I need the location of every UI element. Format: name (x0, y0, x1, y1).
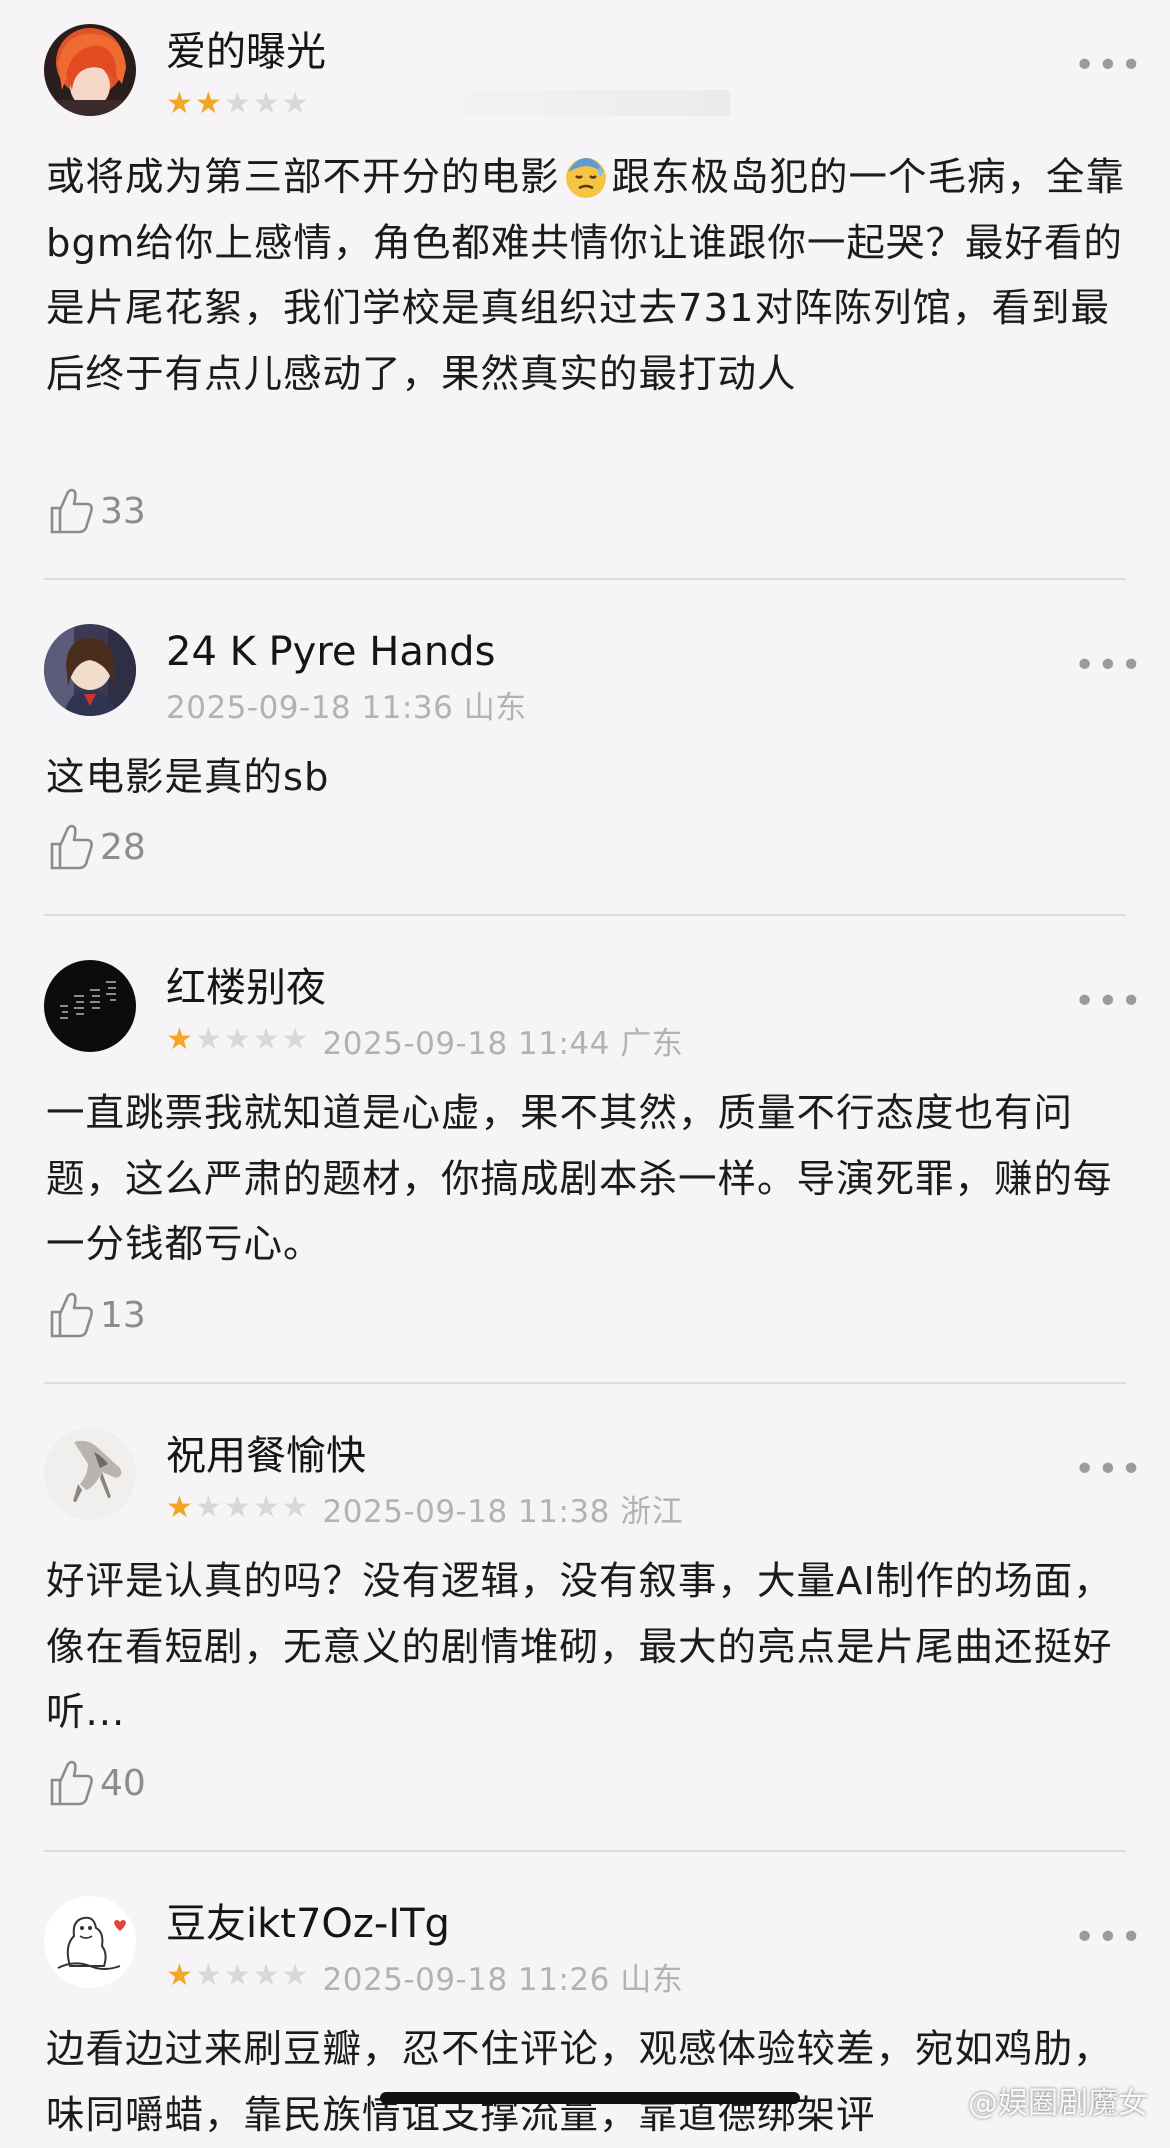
star-icon: ★ (281, 1490, 309, 1525)
like-count: 33 (100, 490, 146, 532)
divider (44, 1382, 1126, 1384)
star-icon: ★ (223, 1490, 251, 1525)
comment-meta: 2025-09-18 11:44 广东 (322, 1025, 684, 1062)
avatar[interactable] (44, 960, 136, 1052)
avatar[interactable] (44, 24, 136, 116)
comment-text: 这电影是真的sb (46, 755, 330, 800)
comment-meta: 2025-09-18 11:38 浙江 (322, 1493, 684, 1530)
downcast-face-with-sweat-icon (565, 158, 606, 198)
more-dots-icon[interactable]: ••• (1074, 648, 1142, 684)
more-dots-icon[interactable]: ••• (1074, 1452, 1142, 1488)
rating-row: ★ ★ ★ ★ ★ (166, 84, 323, 124)
comment-meta: 2025-09-18 11:36 山东 (166, 689, 527, 726)
meta-row: ★ ★ ★ ★ ★ 2025-09-18 11:44 广东 (166, 1020, 684, 1062)
meta-row: ★ ★ ★ ★ ★ 2025-09-18 11:38 浙江 (166, 1488, 684, 1530)
star-icon: ★ (194, 86, 222, 121)
like-count: 40 (100, 1762, 146, 1804)
thumb-up-icon (50, 1760, 93, 1806)
star-icon: ★ (166, 1490, 193, 1525)
avatar[interactable] (44, 624, 136, 716)
star-icon: ★ (223, 1022, 251, 1057)
star-icon: ★ (281, 1958, 309, 1993)
meta-row: 2025-09-18 11:36 山东 (166, 684, 527, 726)
username[interactable]: 豆友ikt7Oz-ITg (166, 1900, 450, 1948)
like-count: 13 (100, 1294, 146, 1336)
star-icon: ★ (166, 86, 193, 121)
star-rating: ★ ★ ★ ★ ★ (166, 88, 309, 120)
star-icon: ★ (281, 86, 309, 121)
like-count: 28 (100, 826, 146, 868)
divider (44, 578, 1126, 580)
meta-row: ★ ★ ★ ★ ★ 2025-09-18 11:26 山东 (166, 1956, 684, 1998)
avatar[interactable] (44, 1896, 136, 1988)
like-button[interactable]: 13 (48, 1288, 146, 1342)
username[interactable]: 红楼别夜 (166, 964, 326, 1012)
redaction-bar (330, 90, 730, 116)
more-dots-icon[interactable]: ••• (1074, 1920, 1142, 1956)
star-icon: ★ (166, 1022, 193, 1057)
divider (44, 914, 1126, 916)
home-indicator (380, 2092, 800, 2104)
star-icon: ★ (252, 1490, 280, 1525)
star-icon: ★ (166, 1958, 193, 1993)
watermark: @娱圈剧魔女 (968, 2086, 1148, 2121)
avatar[interactable] (44, 1428, 136, 1520)
thumb-up-icon (50, 488, 93, 534)
star-icon: ★ (252, 1022, 280, 1057)
comment-text: 好评是认真的吗？没有逻辑，没有叙事，大量AI制作的场面，像在看短剧，无意义的剧情… (46, 1559, 1113, 1735)
username[interactable]: 爱的曝光 (166, 28, 326, 76)
star-icon: ★ (281, 1022, 309, 1057)
star-icon: ★ (194, 1490, 222, 1525)
comment-text: 或将成为第三部不开分的电影 跟东极岛犯的一个毛病，全靠bgm给你上感情，角色都难共… (46, 145, 1126, 407)
star-icon: ★ (252, 86, 280, 121)
like-button[interactable]: 33 (48, 484, 146, 538)
more-dots-icon[interactable]: ••• (1074, 984, 1142, 1020)
more-dots-icon[interactable]: ••• (1074, 48, 1142, 84)
star-icon: ★ (252, 1958, 280, 1993)
star-icon: ★ (223, 86, 251, 121)
star-icon: ★ (194, 1022, 222, 1057)
username[interactable]: 祝用餐愉快 (166, 1432, 366, 1480)
like-button[interactable]: 40 (48, 1756, 146, 1810)
star-rating: ★ ★ ★ ★ ★ (166, 1492, 309, 1524)
comment-text: 边看边过来刷豆瓣，忍不住评论，观感体验较差，宛如鸡肋，味同嚼蜡，靠民族情谊支撑流… (46, 2027, 1113, 2138)
star-icon: ★ (223, 1958, 251, 1993)
thumb-up-icon (50, 1292, 93, 1338)
thumb-up-icon (50, 824, 93, 870)
star-rating: ★ ★ ★ ★ ★ (166, 1024, 309, 1056)
star-icon: ★ (194, 1958, 222, 1993)
like-button[interactable]: 28 (48, 820, 146, 874)
star-rating: ★ ★ ★ ★ ★ (166, 1960, 309, 1992)
comment-text: 一直跳票我就知道是心虚，果不其然，质量不行态度也有问题，这么严肃的题材，你搞成剧… (46, 1091, 1113, 1267)
comment-meta: 2025-09-18 11:26 山东 (322, 1961, 684, 1998)
username[interactable]: 24 K Pyre Hands (166, 628, 495, 676)
divider (44, 1850, 1126, 1852)
